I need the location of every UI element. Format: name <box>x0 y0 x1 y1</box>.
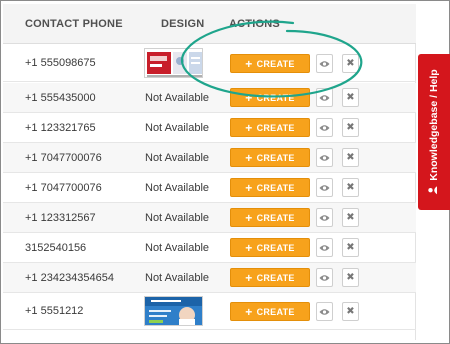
table-row: +1 555435000 Not Available + CREATE ✖ <box>3 83 416 113</box>
table-row: +1 7047700076 Not Available + CREATE ✖ <box>3 143 416 173</box>
header-contact-phone: CONTACT PHONE <box>25 18 123 30</box>
create-label: CREATE <box>256 122 295 133</box>
close-icon[interactable]: ✖ <box>342 148 359 167</box>
create-button[interactable]: + CREATE <box>230 208 310 227</box>
contact-phone: +1 7047700076 <box>25 152 102 164</box>
close-icon[interactable]: ✖ <box>342 88 359 107</box>
design-status: Not Available <box>145 122 210 134</box>
eye-icon[interactable] <box>316 148 333 167</box>
design-thumbnail[interactable] <box>144 48 203 78</box>
design-status: Not Available <box>145 212 210 224</box>
create-label: CREATE <box>256 272 295 283</box>
eye-icon[interactable] <box>316 238 333 257</box>
contact-phone: +1 234234354654 <box>25 272 115 284</box>
contact-phone: +1 7047700076 <box>25 182 102 194</box>
orders-table: CONTACT PHONE DESIGN ACTIONS +1 55509867… <box>3 4 416 340</box>
close-icon[interactable]: ✖ <box>342 238 359 257</box>
contact-phone: +1 123312567 <box>25 212 96 224</box>
contact-phone: +1 555098675 <box>25 57 96 69</box>
plus-icon: + <box>245 120 253 135</box>
close-icon[interactable]: ✖ <box>342 118 359 137</box>
create-label: CREATE <box>256 92 295 103</box>
table-row: +1 555098675 + CREATE ✖ <box>3 45 416 82</box>
close-icon[interactable]: ✖ <box>342 54 359 73</box>
close-icon[interactable]: ✖ <box>342 178 359 197</box>
plus-icon: + <box>245 56 253 71</box>
create-label: CREATE <box>256 182 295 193</box>
contact-phone: +1 555435000 <box>25 92 96 104</box>
person-icon <box>428 186 440 195</box>
create-label: CREATE <box>256 212 295 223</box>
knowledgebase-label: Knowledgebase / Help <box>428 69 440 195</box>
create-label: CREATE <box>256 306 295 317</box>
create-button[interactable]: + CREATE <box>230 118 310 137</box>
table-row: +1 123321765 Not Available + CREATE ✖ <box>3 113 416 143</box>
table-header: CONTACT PHONE DESIGN ACTIONS <box>3 4 416 44</box>
contact-phone: 3152540156 <box>25 242 87 254</box>
table-row: +1 5551212 + CREATE ✖ <box>3 293 416 330</box>
eye-icon[interactable] <box>316 54 333 73</box>
design-status: Not Available <box>145 242 210 254</box>
create-button[interactable]: + CREATE <box>230 54 310 73</box>
eye-icon[interactable] <box>316 208 333 227</box>
plus-icon: + <box>245 304 253 319</box>
plus-icon: + <box>245 180 253 195</box>
header-design: DESIGN <box>161 18 205 30</box>
plus-icon: + <box>245 90 253 105</box>
create-label: CREATE <box>256 242 295 253</box>
design-status: Not Available <box>145 272 210 284</box>
eye-icon[interactable] <box>316 118 333 137</box>
eye-icon[interactable] <box>316 178 333 197</box>
create-label: CREATE <box>256 152 295 163</box>
knowledgebase-text: Knowledgebase / Help <box>428 69 440 181</box>
design-status: Not Available <box>145 92 210 104</box>
window-frame: CONTACT PHONE DESIGN ACTIONS +1 55509867… <box>0 0 450 344</box>
design-thumbnail[interactable] <box>144 296 203 326</box>
table-row: +1 123312567 Not Available + CREATE ✖ <box>3 203 416 233</box>
contact-phone: +1 5551212 <box>25 305 84 317</box>
table-row: +1 234234354654 Not Available + CREATE ✖ <box>3 263 416 293</box>
close-icon[interactable]: ✖ <box>342 302 359 321</box>
knowledgebase-help-tab[interactable]: Knowledgebase / Help <box>418 54 450 210</box>
design-status: Not Available <box>145 152 210 164</box>
create-button[interactable]: + CREATE <box>230 148 310 167</box>
close-icon[interactable]: ✖ <box>342 208 359 227</box>
eye-icon[interactable] <box>316 88 333 107</box>
table-row: +1 7047700076 Not Available + CREATE ✖ <box>3 173 416 203</box>
plus-icon: + <box>245 240 253 255</box>
plus-icon: + <box>245 210 253 225</box>
create-button[interactable]: + CREATE <box>230 238 310 257</box>
plus-icon: + <box>245 270 253 285</box>
eye-icon[interactable] <box>316 302 333 321</box>
create-button[interactable]: + CREATE <box>230 178 310 197</box>
contact-phone: +1 123321765 <box>25 122 96 134</box>
eye-icon[interactable] <box>316 268 333 287</box>
table-row: 3152540156 Not Available + CREATE ✖ <box>3 233 416 263</box>
create-button[interactable]: + CREATE <box>230 88 310 107</box>
plus-icon: + <box>245 150 253 165</box>
create-button[interactable]: + CREATE <box>230 268 310 287</box>
design-status: Not Available <box>145 182 210 194</box>
close-icon[interactable]: ✖ <box>342 268 359 287</box>
header-actions: ACTIONS <box>229 18 280 30</box>
create-label: CREATE <box>256 58 295 69</box>
create-button[interactable]: + CREATE <box>230 302 310 321</box>
